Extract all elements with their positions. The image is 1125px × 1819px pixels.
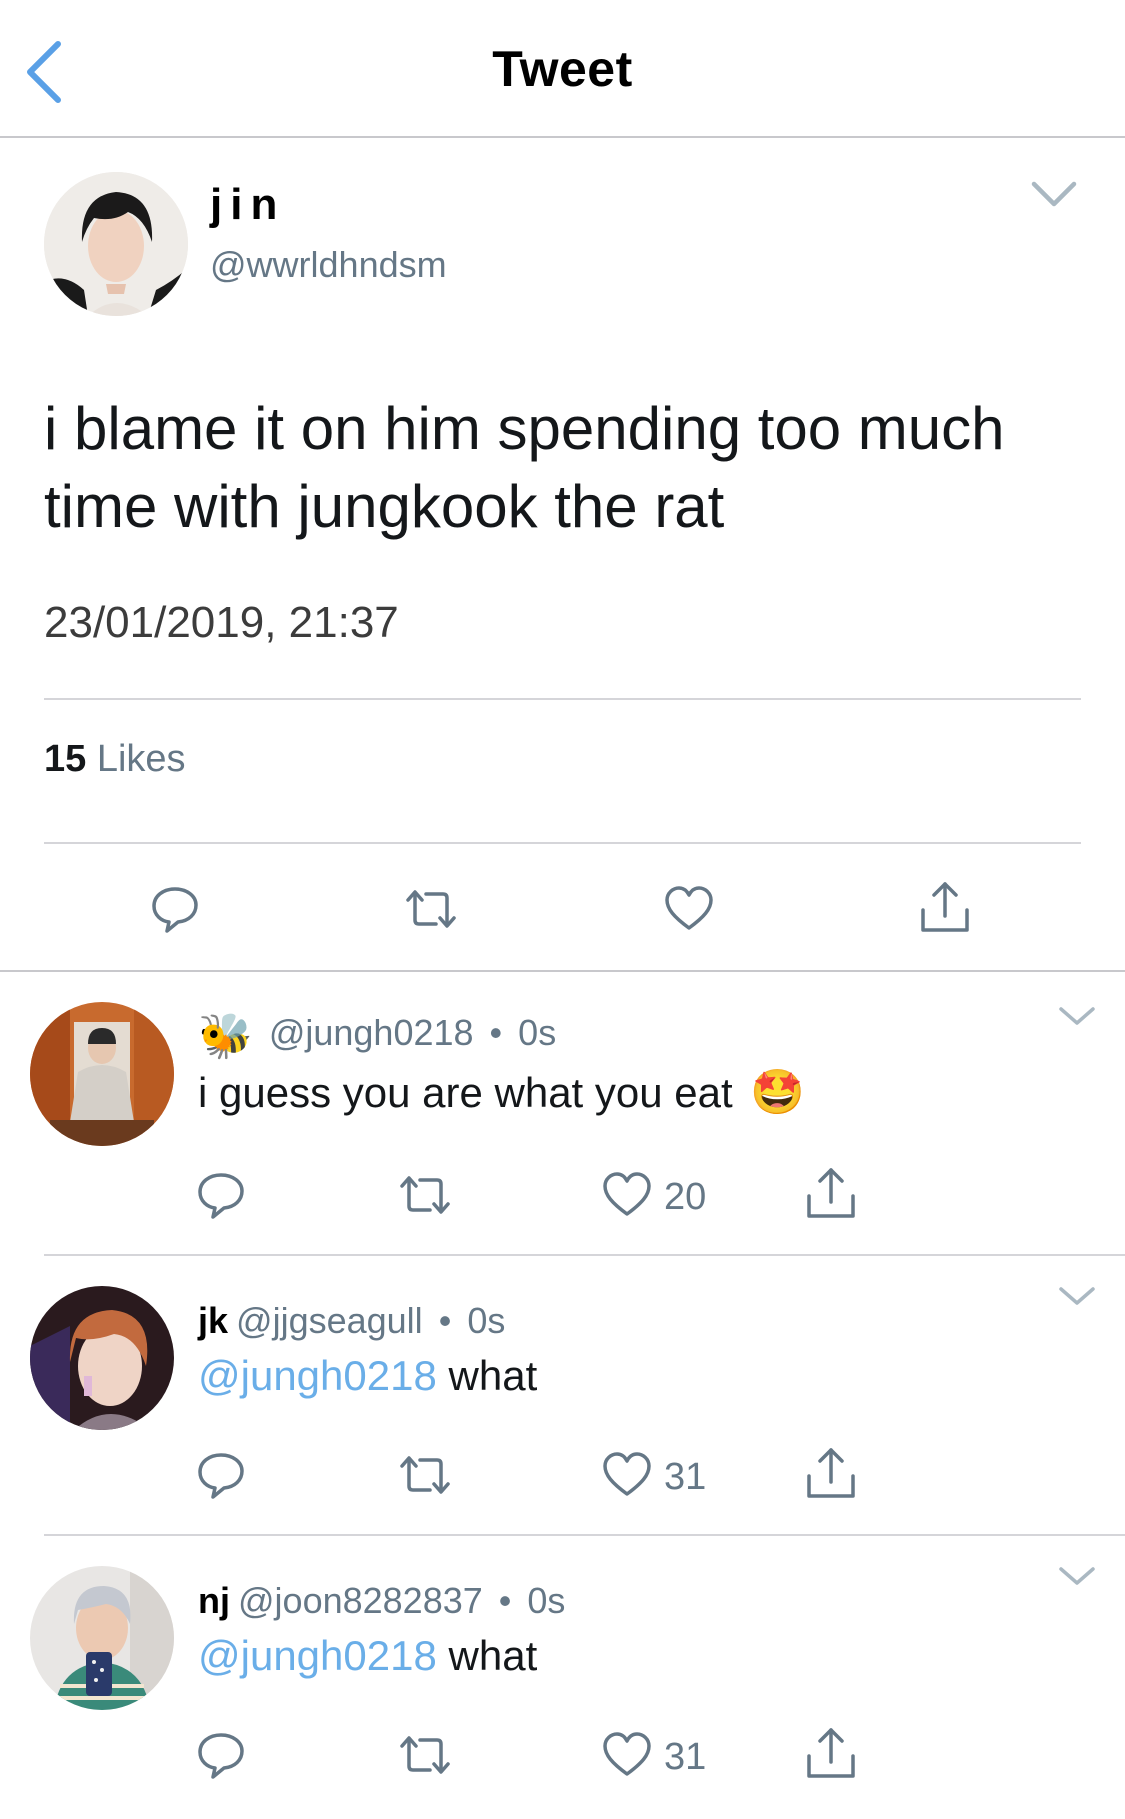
reply-handle[interactable]: @jungh0218 [269,1012,474,1053]
avatar-photo [30,1286,174,1430]
reply-handle[interactable]: @jjgseagull [236,1300,423,1341]
like-icon [665,886,713,930]
header-divider [0,136,1125,138]
page-title: Tweet [492,41,633,97]
retweet-icon [400,1736,450,1774]
likes-count: 15 [44,738,87,780]
avatar[interactable] [44,172,188,316]
chevron-down-icon [1031,181,1077,207]
avatar-photo [30,1566,174,1710]
avatar[interactable] [30,1286,174,1430]
share-icon [921,882,969,932]
avatar-photo [44,172,188,316]
reply-text: @jungh0218 what [198,1632,538,1679]
reply-text: i guess you are what you eat 🤩 [198,1068,806,1117]
retweet-button[interactable] [406,884,456,934]
retweet-icon [406,890,456,928]
like-icon [603,1452,651,1496]
avatar-photo [30,1002,174,1146]
retweet-button[interactable] [400,1170,450,1220]
reply-icon [198,1173,244,1219]
chevron-down-icon [1059,1567,1095,1585]
tweet-timestamp: 23/01/2019, 21:37 [44,598,399,647]
share-button[interactable] [806,1166,856,1218]
reply-header: nj @joon8282837 • 0s [198,1580,565,1622]
share-icon [807,1728,855,1778]
like-count: 31 [664,1456,707,1498]
like-icon [603,1172,651,1216]
like-button[interactable] [602,1450,652,1500]
divider [0,970,1125,972]
reply-icon [198,1453,244,1499]
mention-link[interactable]: @jungh0218 [198,1632,437,1679]
retweet-icon [400,1176,450,1214]
tweet-menu-button[interactable] [1030,178,1078,210]
reply-text: @jungh0218 what [198,1352,538,1399]
like-button[interactable] [664,884,714,934]
reply-menu-button[interactable] [1058,1005,1096,1027]
reply-time: 0s [467,1300,506,1341]
reply-menu-button[interactable] [1058,1285,1096,1307]
retweet-button[interactable] [400,1730,450,1780]
like-icon [603,1732,651,1776]
bee-emoji: 🐝 [198,1012,253,1061]
reply-icon [198,1733,244,1779]
chevron-down-icon [1059,1287,1095,1305]
reply-time: 0s [527,1580,566,1621]
avatar[interactable] [30,1002,174,1146]
retweet-button[interactable] [400,1450,450,1500]
reply-button[interactable] [196,1170,246,1220]
separator-dot: • [489,1012,503,1053]
like-count: 20 [664,1176,707,1218]
chevron-down-icon [1059,1007,1095,1025]
star-struck-emoji: 🤩 [750,1068,806,1117]
reply-icon [152,887,198,933]
like-button[interactable] [602,1170,652,1220]
separator-dot: • [498,1580,512,1621]
reply-author-name[interactable]: jk [198,1300,228,1341]
author-name[interactable]: jin [210,180,285,230]
likes-summary[interactable]: 15 Likes [44,738,186,781]
mention-link[interactable]: @jungh0218 [198,1352,437,1399]
separator-dot: • [438,1300,452,1341]
divider [44,1534,1125,1536]
tweet-text: i blame it on him spending too much time… [44,395,1005,540]
divider [44,1254,1125,1256]
reply-header: jk @jjgseagull • 0s [198,1300,505,1342]
reply-time: 0s [518,1012,557,1053]
like-count: 31 [664,1736,707,1778]
reply-button[interactable] [196,1450,246,1500]
retweet-icon [400,1456,450,1494]
share-icon [807,1168,855,1218]
reply-handle[interactable]: @joon8282837 [238,1580,483,1621]
reply-button[interactable] [196,1730,246,1780]
reply-author-name[interactable]: nj [198,1580,230,1621]
author-handle[interactable]: @wwrldhndsm [210,244,447,286]
like-button[interactable] [602,1730,652,1780]
reply-header: 🐝 @jungh0218 • 0s [198,1010,556,1062]
reply-menu-button[interactable] [1058,1565,1096,1587]
share-button[interactable] [920,880,970,932]
likes-label: Likes [96,738,186,780]
share-icon [807,1448,855,1498]
divider [44,842,1081,844]
share-button[interactable] [806,1726,856,1778]
divider [44,698,1081,700]
avatar[interactable] [30,1566,174,1710]
reply-button[interactable] [150,884,200,934]
share-button[interactable] [806,1446,856,1498]
